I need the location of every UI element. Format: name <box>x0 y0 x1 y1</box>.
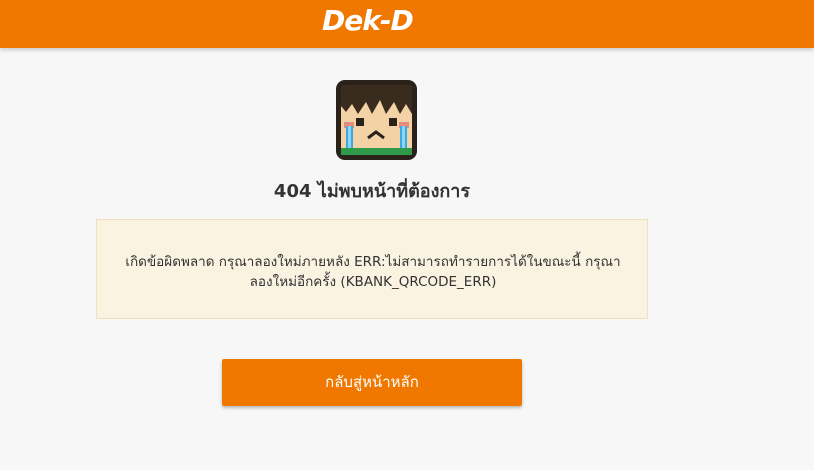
error-message-box: เกิดข้อผิดพลาด กรุณาลองใหม่ภายหลัง ERR:ไ… <box>96 219 648 319</box>
error-title: 404 ไม่พบหน้าที่ต้องการ <box>273 181 471 202</box>
crying-face-icon <box>336 80 417 160</box>
dek-d-logo[interactable]: Dek-D <box>322 4 414 37</box>
top-navigation-bar: Dek-D <box>0 0 814 48</box>
error-message: เกิดข้อผิดพลาด กรุณาลองใหม่ภายหลัง ERR:ไ… <box>125 254 621 290</box>
back-to-home-button[interactable]: กลับสู่หน้าหลัก <box>222 359 522 406</box>
